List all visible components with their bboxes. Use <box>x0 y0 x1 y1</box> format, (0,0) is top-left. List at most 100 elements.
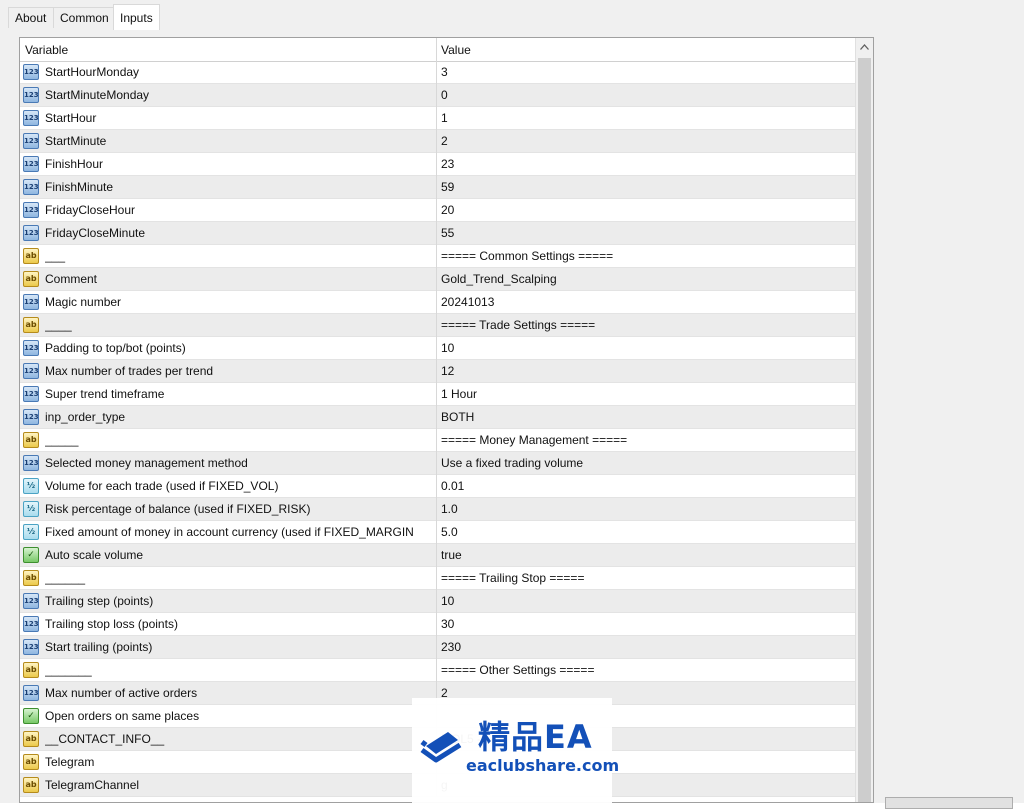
table-row[interactable]: ½ Risk percentage of balance (used if FIX… <box>20 498 855 521</box>
variable-value[interactable]: 1 <box>441 107 448 130</box>
stacked-pages-logo-icon <box>420 732 462 763</box>
variable-value[interactable]: ===== Money Management ===== <box>441 429 627 452</box>
table-row[interactable]: 123 FridayCloseMinute 55 <box>20 222 855 245</box>
inputs-grid[interactable]: Variable Value 123 StartHourMonday 3 123 Sta… <box>19 37 874 803</box>
table-row[interactable]: 123 Padding to top/bot (points) 10 <box>20 337 855 360</box>
variable-value[interactable]: true <box>441 544 462 567</box>
table-row[interactable]: 123 Trailing step (points) 10 <box>20 590 855 613</box>
column-header-value[interactable]: Value <box>441 38 471 61</box>
table-row[interactable]: 123 Super trend timeframe 1 Hour <box>20 383 855 406</box>
dialog-button[interactable] <box>885 797 1013 809</box>
string-type-icon: ab <box>23 271 39 287</box>
string-type-icon: ab <box>23 731 39 747</box>
variable-value[interactable]: ===== Other Settings ===== <box>441 659 594 682</box>
variable-name: Padding to top/bot (points) <box>45 341 186 355</box>
variable-name: TelegramChannel <box>45 778 140 792</box>
variable-name: StartHour <box>45 111 97 125</box>
variable-value[interactable]: Gold_Trend_Scalping <box>441 268 557 291</box>
integer-type-icon: 123 <box>23 156 39 172</box>
variable-name: Fixed amount of money in account currenc… <box>45 525 414 539</box>
variable-value[interactable]: 30 <box>441 613 454 636</box>
table-row[interactable]: 123 Trailing stop loss (points) 30 <box>20 613 855 636</box>
variable-name: Super trend timeframe <box>45 387 165 401</box>
variable-value[interactable]: 59 <box>441 176 454 199</box>
variable-value[interactable]: 0.01 <box>441 475 464 498</box>
vertical-scrollbar[interactable] <box>855 38 873 802</box>
table-row[interactable]: 123 inp_order_type BOTH <box>20 406 855 429</box>
table-row[interactable]: ab ____ ===== Trade Settings ===== <box>20 314 855 337</box>
variable-name: Max number of active orders <box>45 686 198 700</box>
variable-value[interactable]: 10 <box>441 590 454 613</box>
column-divider[interactable] <box>436 38 437 61</box>
table-row[interactable]: ab _______ ===== Other Settings ===== <box>20 659 855 682</box>
cell-divider <box>436 314 437 337</box>
variable-value[interactable]: BOTH <box>441 406 474 429</box>
variable-name: Start trailing (points) <box>45 640 153 654</box>
scroll-up-arrow-icon[interactable] <box>856 38 873 57</box>
table-row[interactable]: 123 Magic number 20241013 <box>20 291 855 314</box>
tab-inputs[interactable]: Inputs <box>113 4 160 30</box>
table-row[interactable]: ✓ Auto scale volume true <box>20 544 855 567</box>
variable-value[interactable]: 12 <box>441 360 454 383</box>
variable-value[interactable]: 1.0 <box>441 498 458 521</box>
table-row[interactable]: 123 FridayCloseHour 20 <box>20 199 855 222</box>
string-type-icon: ab <box>23 662 39 678</box>
variable-value[interactable]: 230 <box>441 636 461 659</box>
table-row[interactable]: ½ Volume for each trade (used if FIXED_VO… <box>20 475 855 498</box>
table-row[interactable]: 123 StartHour 1 <box>20 107 855 130</box>
string-type-icon: ab <box>23 754 39 770</box>
variable-value[interactable]: ===== Trailing Stop ===== <box>441 567 584 590</box>
cell-divider <box>436 337 437 360</box>
variable-value[interactable]: 10 <box>441 337 454 360</box>
table-row[interactable]: ab _____ ===== Money Management ===== <box>20 429 855 452</box>
variable-value[interactable]: 23 <box>441 153 454 176</box>
integer-type-icon: 123 <box>23 639 39 655</box>
integer-type-icon: 123 <box>23 110 39 126</box>
string-type-icon: ab <box>23 317 39 333</box>
tab-common[interactable]: Common <box>53 7 115 28</box>
table-row[interactable]: 123 StartMinuteMonday 0 <box>20 84 855 107</box>
variable-value[interactable]: 2 <box>441 130 448 153</box>
table-row[interactable]: ab ___ ===== Common Settings ===== <box>20 245 855 268</box>
cell-divider <box>436 544 437 567</box>
string-type-icon: ab <box>23 570 39 586</box>
column-header-variable[interactable]: Variable <box>25 38 68 61</box>
cell-divider <box>436 130 437 153</box>
scrollbar-thumb[interactable] <box>858 58 871 802</box>
variable-value[interactable]: 20241013 <box>441 291 494 314</box>
variable-value[interactable]: 3 <box>441 61 448 84</box>
table-row[interactable]: 123 StartHourMonday 3 <box>20 61 855 84</box>
variable-value[interactable]: Use a fixed trading volume <box>441 452 583 475</box>
table-row[interactable]: 123 FinishMinute 59 <box>20 176 855 199</box>
table-row[interactable]: 123 Start trailing (points) 230 <box>20 636 855 659</box>
double-type-icon: ½ <box>23 478 39 494</box>
cell-divider <box>436 222 437 245</box>
cell-divider <box>436 498 437 521</box>
table-row[interactable]: ab ______ ===== Trailing Stop ===== <box>20 567 855 590</box>
variable-value[interactable]: 55 <box>441 222 454 245</box>
variable-name: Telegram <box>45 755 95 769</box>
variable-name: Max number of trades per trend <box>45 364 214 378</box>
table-row[interactable]: 123 Selected money management method Use a… <box>20 452 855 475</box>
table-row[interactable]: 123 Max number of trades per trend 12 <box>20 360 855 383</box>
cell-divider <box>436 590 437 613</box>
table-row[interactable]: 123 StartMinute 2 <box>20 130 855 153</box>
cell-divider <box>436 360 437 383</box>
watermark-url: eaclubshare.com <box>466 756 620 775</box>
table-row[interactable]: 123 FinishHour 23 <box>20 153 855 176</box>
variable-name: ___ <box>45 249 66 263</box>
variable-name: FridayCloseMinute <box>45 226 146 240</box>
variable-value[interactable]: ===== Trade Settings ===== <box>441 314 595 337</box>
variable-value[interactable]: 20 <box>441 199 454 222</box>
variable-value[interactable]: 0 <box>441 84 448 107</box>
variable-value[interactable]: 5.0 <box>441 521 458 544</box>
table-row[interactable]: ½ Fixed amount of money in account curren… <box>20 521 855 544</box>
variable-value[interactable]: 1 Hour <box>441 383 477 406</box>
tab-about[interactable]: About <box>8 7 54 28</box>
table-row[interactable]: ab Comment Gold_Trend_Scalping <box>20 268 855 291</box>
cell-divider <box>436 613 437 636</box>
boolean-type-icon: ✓ <box>23 547 39 563</box>
variable-value[interactable]: ===== Common Settings ===== <box>441 245 613 268</box>
grid-header: Variable Value <box>20 38 855 62</box>
variable-name: FridayCloseHour <box>45 203 136 217</box>
